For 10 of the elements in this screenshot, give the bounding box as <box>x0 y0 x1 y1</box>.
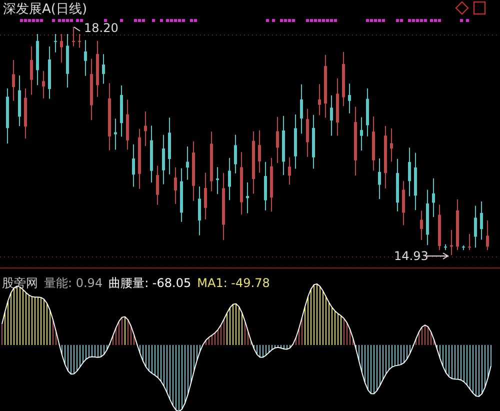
indicator-name: 股旁网 <box>2 276 38 290</box>
leader-line <box>74 26 80 32</box>
diamond-icon[interactable] <box>455 1 469 15</box>
chart-title: 深发展A(日线) <box>3 2 88 18</box>
indicator-reading: MA1: -49.78 <box>197 276 270 290</box>
price-label: 18.20 <box>84 21 118 35</box>
indicator-reading: 量能: 0.94 <box>44 276 103 290</box>
price-label: 14.93 <box>394 249 428 263</box>
indicator-reading: 曲腰量: -68.05 <box>108 276 192 290</box>
panel-icon[interactable] <box>473 1 486 15</box>
